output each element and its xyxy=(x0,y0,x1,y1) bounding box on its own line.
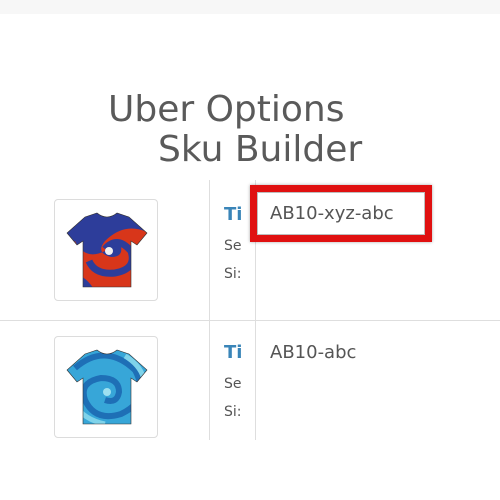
product-thumbnail[interactable] xyxy=(54,336,158,438)
tie-dye-shirt-blue-icon xyxy=(66,349,148,425)
product-sub-label: Si: xyxy=(224,266,242,282)
product-sub-label: Se xyxy=(224,376,242,392)
title-line-1: Uber Options xyxy=(108,89,345,130)
sku-value-highlighted: AB10-xyz-abc xyxy=(270,203,394,224)
sku-value: AB10-abc xyxy=(270,342,357,363)
tie-dye-shirt-red-blue-icon xyxy=(66,212,148,288)
product-name-link[interactable]: Ti xyxy=(224,342,246,363)
title-line-2: Sku Builder xyxy=(158,129,363,170)
table-row: Ti Se Si: AB10-abc xyxy=(0,320,500,460)
product-sub-label: Si: xyxy=(224,404,242,420)
product-sub-label: Se xyxy=(224,238,242,254)
product-name-link[interactable]: Ti xyxy=(224,204,246,225)
page-title: Uber Options Sku Builder xyxy=(0,84,500,174)
product-thumbnail[interactable] xyxy=(54,199,158,301)
top-bar xyxy=(0,0,500,14)
